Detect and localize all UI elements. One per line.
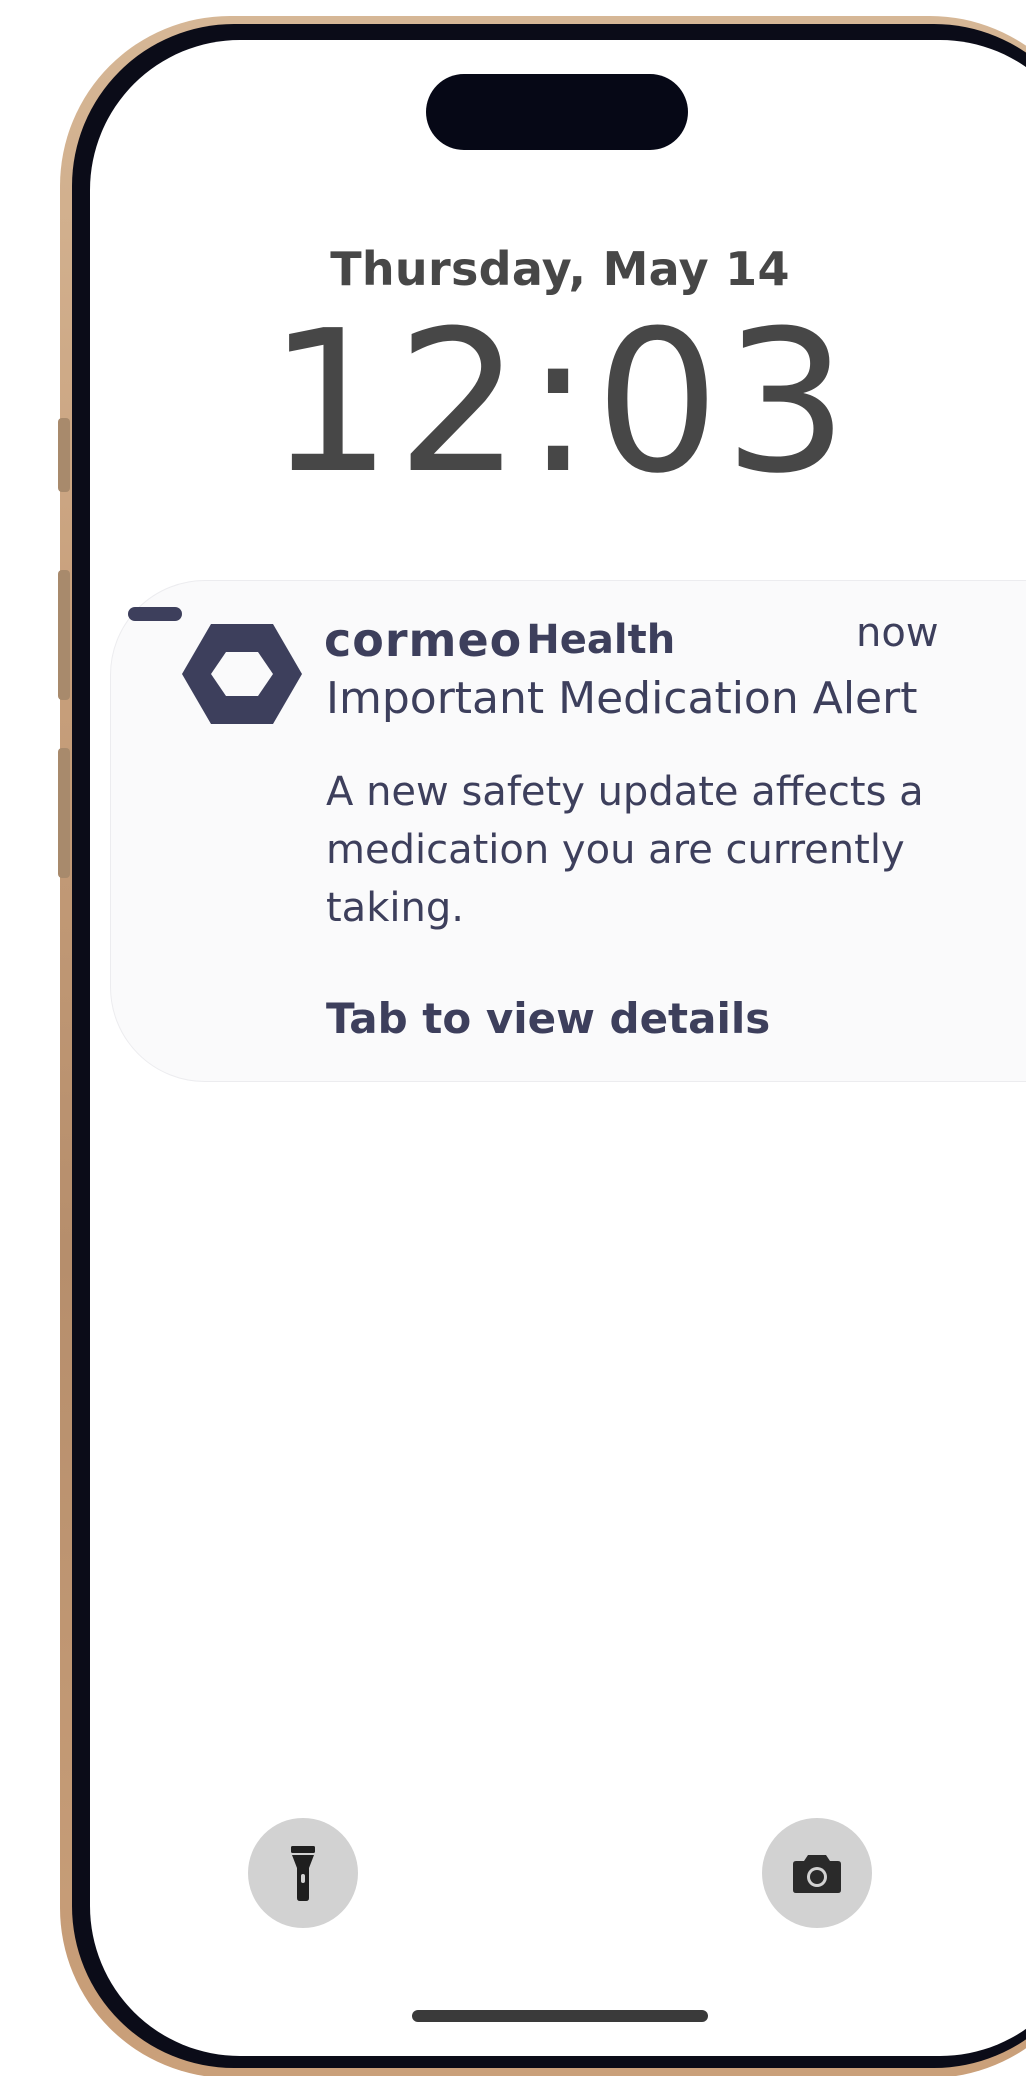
flashlight-icon	[291, 1846, 315, 1901]
home-indicator[interactable]	[412, 2010, 708, 2022]
brand-name: cormeo	[324, 613, 523, 667]
notification-timestamp: now	[856, 610, 939, 656]
lock-screen-time: 12:03	[267, 289, 853, 517]
volume-down-button	[58, 748, 70, 878]
page: Thursday, May 14 12:03 cormeo Health now…	[0, 0, 1026, 2076]
notification-body: A new safety update affects a medication…	[326, 769, 924, 931]
dynamic-island	[426, 74, 688, 150]
camera-button[interactable]	[762, 1818, 872, 1928]
brand-suffix: Health	[526, 617, 676, 663]
notification-title: Important Medication Alert	[326, 673, 918, 724]
lock-screen-date: Thursday, May 14	[330, 242, 790, 296]
notification-cta[interactable]: Tab to view details	[326, 994, 770, 1043]
notification-dash-mark	[128, 607, 182, 621]
app-brand: cormeo Health	[324, 612, 675, 668]
hexagon-logo-icon	[182, 624, 302, 724]
flashlight-button[interactable]	[248, 1818, 358, 1928]
volume-up-button	[58, 570, 70, 700]
camera-icon	[793, 1855, 841, 1893]
